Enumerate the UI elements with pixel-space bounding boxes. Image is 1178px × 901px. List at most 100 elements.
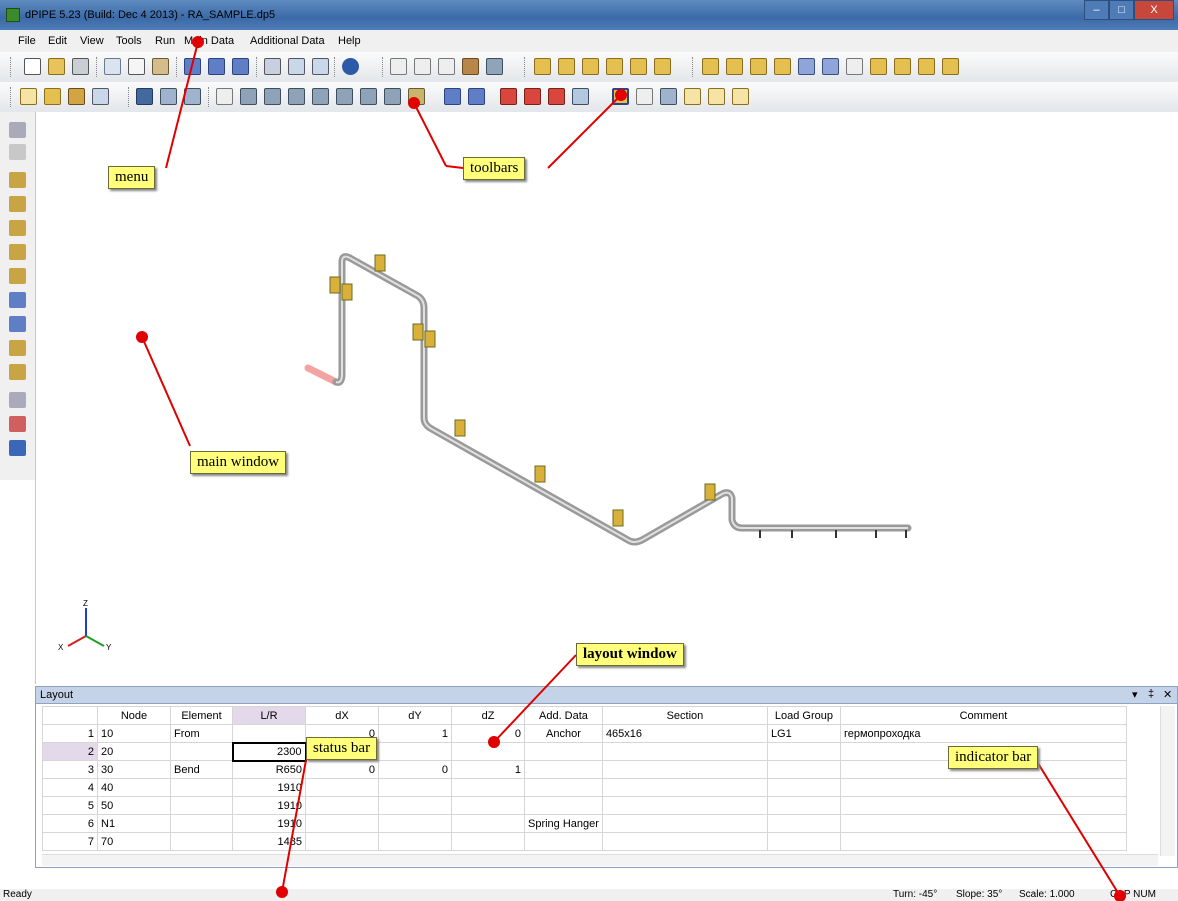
node-numbers-icon[interactable]: [612, 88, 629, 105]
element-cell[interactable]: Bend: [170, 760, 233, 779]
menu-run[interactable]: Run: [155, 35, 175, 47]
pin-icon[interactable]: ‡: [1148, 688, 1154, 700]
add-data-cell[interactable]: Anchor: [524, 724, 603, 743]
dy-cell[interactable]: [378, 832, 452, 851]
lr-cell[interactable]: [232, 724, 306, 743]
zoom-out-icon[interactable]: [524, 88, 541, 105]
element-cell[interactable]: [170, 778, 233, 797]
load-group-cell[interactable]: [766, 778, 841, 797]
col-section[interactable]: Section: [601, 706, 768, 725]
load-group-cell[interactable]: [766, 832, 841, 851]
open-folder-icon[interactable]: [48, 58, 65, 75]
solid-view-icon[interactable]: [68, 88, 85, 105]
view-zx-icon[interactable]: [708, 88, 725, 105]
menu-edit[interactable]: Edit: [48, 35, 67, 47]
rest-icon[interactable]: [9, 220, 26, 236]
merge-icon[interactable]: [384, 88, 401, 105]
render-icon[interactable]: [572, 88, 589, 105]
deformed-icon[interactable]: [660, 88, 677, 105]
node-cell[interactable]: 50: [97, 796, 171, 815]
load-group-cell[interactable]: LG1: [766, 724, 841, 743]
dz-cell[interactable]: 1: [451, 760, 525, 779]
lr-cell[interactable]: R650: [232, 760, 306, 779]
col-comment[interactable]: Comment: [839, 706, 1127, 725]
section-cell[interactable]: 465x16: [601, 724, 768, 743]
node-cell[interactable]: 70: [97, 832, 171, 851]
tee-icon[interactable]: [654, 58, 671, 75]
help-icon[interactable]: [342, 58, 359, 75]
dy-cell[interactable]: [378, 778, 452, 797]
element-cell[interactable]: [170, 814, 233, 833]
comment-cell[interactable]: [839, 832, 1127, 851]
col-load-group[interactable]: Load Group: [766, 706, 841, 725]
pan-icon[interactable]: [468, 88, 485, 105]
comment-cell[interactable]: [839, 778, 1127, 797]
dy-cell[interactable]: [378, 742, 452, 761]
comment-cell[interactable]: [839, 796, 1127, 815]
menu-view[interactable]: View: [80, 35, 104, 47]
orbit-icon[interactable]: [444, 88, 461, 105]
cut-icon[interactable]: [104, 58, 121, 75]
menu-help[interactable]: Help: [338, 35, 361, 47]
node-cell[interactable]: 10: [97, 724, 171, 743]
snow-icon[interactable]: [918, 58, 935, 75]
col-dx[interactable]: dX: [305, 706, 379, 725]
add-data-cell[interactable]: [524, 742, 603, 761]
spectrum-icon[interactable]: [846, 58, 863, 75]
lr-cell[interactable]: 1910: [232, 814, 306, 833]
add-data-cell[interactable]: [524, 832, 603, 851]
restraint-icon[interactable]: [582, 58, 599, 75]
add-data-cell[interactable]: [524, 778, 603, 797]
section-cell[interactable]: [601, 778, 768, 797]
element-cell[interactable]: [170, 832, 233, 851]
add-data-cell[interactable]: Spring Hanger: [524, 814, 603, 833]
level-icon[interactable]: [216, 88, 233, 105]
zoom-in-icon[interactable]: [500, 88, 517, 105]
target-icon[interactable]: [184, 88, 201, 105]
rotate-icon[interactable]: [288, 88, 305, 105]
col-element[interactable]: Element: [170, 706, 233, 725]
table-row[interactable]: 5 50 1910: [42, 796, 1127, 815]
lr-cell[interactable]: 1910: [232, 778, 306, 797]
node-cell[interactable]: 30: [97, 760, 171, 779]
table-row[interactable]: 7 70 1485: [42, 832, 1127, 851]
lr-cell[interactable]: 1910: [232, 796, 306, 815]
paste-icon[interactable]: [152, 58, 169, 75]
load-group-cell[interactable]: [766, 814, 841, 833]
bottle-icon[interactable]: [9, 144, 26, 160]
table-row[interactable]: 4 40 1910: [42, 778, 1127, 797]
maximize-button[interactable]: □: [1109, 0, 1134, 20]
load-group-cell[interactable]: [766, 742, 841, 761]
dz-cell[interactable]: [451, 778, 525, 797]
dx-cell[interactable]: 0: [305, 760, 379, 779]
main-window[interactable]: [35, 112, 1178, 684]
dz-cell[interactable]: [451, 832, 525, 851]
comment-cell[interactable]: [839, 814, 1127, 833]
dy-cell[interactable]: 1: [378, 724, 452, 743]
minimize-button[interactable]: –: [1084, 0, 1109, 20]
section-cell[interactable]: [601, 742, 768, 761]
section-cell[interactable]: [601, 796, 768, 815]
section-icon[interactable]: [240, 88, 257, 105]
split-icon[interactable]: [360, 88, 377, 105]
element-cell[interactable]: [170, 796, 233, 815]
col-add-data[interactable]: Add. Data: [524, 706, 603, 725]
calculate-icon[interactable]: [390, 58, 407, 75]
comment-cell[interactable]: гермопроходка: [839, 724, 1127, 743]
spring-hanger-icon[interactable]: [9, 316, 26, 332]
load-group-cell[interactable]: [766, 796, 841, 815]
limit-stop-icon[interactable]: [9, 268, 26, 284]
dz-cell[interactable]: [451, 814, 525, 833]
close-icon[interactable]: ✕: [1163, 688, 1172, 701]
move-icon[interactable]: [312, 88, 329, 105]
view-xy-icon[interactable]: [684, 88, 701, 105]
menu-main-data[interactable]: Main Data: [184, 35, 234, 47]
load-group-cell[interactable]: [766, 760, 841, 779]
menu-file[interactable]: File: [18, 35, 36, 47]
view-yz-icon[interactable]: [732, 88, 749, 105]
dimension-icon[interactable]: [136, 88, 153, 105]
seismic-icon[interactable]: [942, 58, 959, 75]
horizontal-scrollbar[interactable]: [42, 854, 1158, 866]
dz-cell[interactable]: 0: [451, 724, 525, 743]
nozzle-icon[interactable]: [702, 58, 719, 75]
